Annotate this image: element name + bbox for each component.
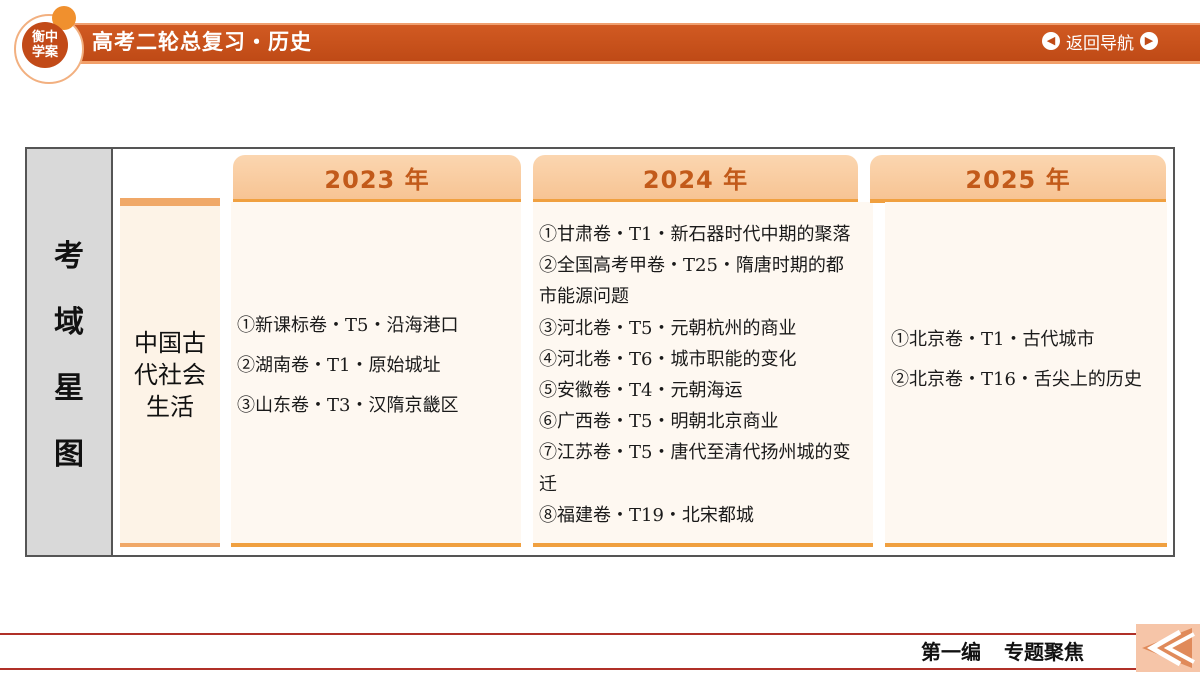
item-list-2024: ①甘肃卷・T1・新石器时代中期的聚落 ②全国高考甲卷・T25・隋唐时期的都市能源… — [539, 219, 861, 531]
year-tab-2024: 2024 年 — [533, 155, 858, 203]
list-item: ①北京卷・T1・古代城市 — [891, 329, 1095, 350]
side-label-char: 图 — [54, 437, 84, 472]
side-label-char: 考 — [54, 239, 84, 274]
list-item: ⑦江苏卷・T5・唐代至清代扬州城的变迁 — [539, 442, 851, 495]
chevron-right-icon: ▶ — [1140, 32, 1158, 50]
back-navigation-button[interactable]: ◀ 返回导航 ▶ — [1042, 29, 1158, 54]
year-column-2024: ①甘肃卷・T1・新石器时代中期的聚落 ②全国高考甲卷・T25・隋唐时期的都市能源… — [533, 202, 873, 547]
logo-badge: 衡中学案 — [22, 22, 68, 68]
list-item: ③河北卷・T5・元朝杭州的商业 — [539, 317, 797, 339]
side-label-char: 域 — [54, 305, 84, 340]
exam-map-panel: 考 域 星 图 中国古代社会生活 2023 年 ①新课标卷・T5・沿海港口 ②湖… — [25, 147, 1175, 557]
logo: 衡中学案 — [4, 2, 84, 84]
footer-line-bottom — [0, 668, 1145, 670]
list-item: ⑥广西卷・T5・明朝北京商业 — [539, 411, 779, 433]
year-tab-2025: 2025 年 — [870, 155, 1166, 203]
footer-line-top — [0, 633, 1145, 635]
topic-text: 中国古代社会生活 — [134, 328, 206, 421]
list-item: ②湖南卷・T1・原始城址 — [237, 355, 441, 376]
list-item: ⑧福建卷・T19・北宋都城 — [539, 504, 754, 526]
year-column-2023: ①新课标卷・T5・沿海港口 ②湖南卷・T1・原始城址 ③山东卷・T3・汉隋京畿区 — [231, 202, 521, 547]
topic-cell: 中国古代社会生活 — [120, 202, 220, 547]
list-item: ②北京卷・T16・舌尖上的历史 — [891, 369, 1142, 390]
year-tab-2023: 2023 年 — [233, 155, 521, 203]
side-label: 考 域 星 图 — [27, 149, 113, 555]
item-list-2023: ①新课标卷・T5・沿海港口 ②湖南卷・T1・原始城址 ③山东卷・T3・汉隋京畿区 — [237, 306, 517, 426]
logo-text: 衡中学案 — [31, 30, 58, 60]
previous-page-arrow-icon[interactable] — [1136, 624, 1200, 672]
list-item: ②全国高考甲卷・T25・隋唐时期的都市能源问题 — [539, 255, 844, 308]
list-item: ④河北卷・T6・城市职能的变化 — [539, 348, 797, 370]
list-item: ③山东卷・T3・汉隋京畿区 — [237, 395, 459, 416]
list-item: ①甘肃卷・T1・新石器时代中期的聚落 — [539, 224, 851, 245]
page-title: 高考二轮总复习・历史 — [92, 30, 312, 54]
chevron-left-icon: ◀ — [1042, 32, 1060, 50]
section-label: 第一编 专题聚焦 — [921, 640, 1084, 664]
list-item: ①新课标卷・T5・沿海港口 — [237, 315, 459, 336]
side-label-char: 星 — [54, 371, 84, 406]
item-list-2025: ①北京卷・T1・古代城市 ②北京卷・T16・舌尖上的历史 — [891, 320, 1157, 400]
list-item: ⑤安徽卷・T4・元朝海运 — [539, 380, 743, 402]
year-column-2025: ①北京卷・T1・古代城市 ②北京卷・T16・舌尖上的历史 — [885, 202, 1167, 547]
back-navigation-label: 返回导航 — [1066, 33, 1134, 54]
